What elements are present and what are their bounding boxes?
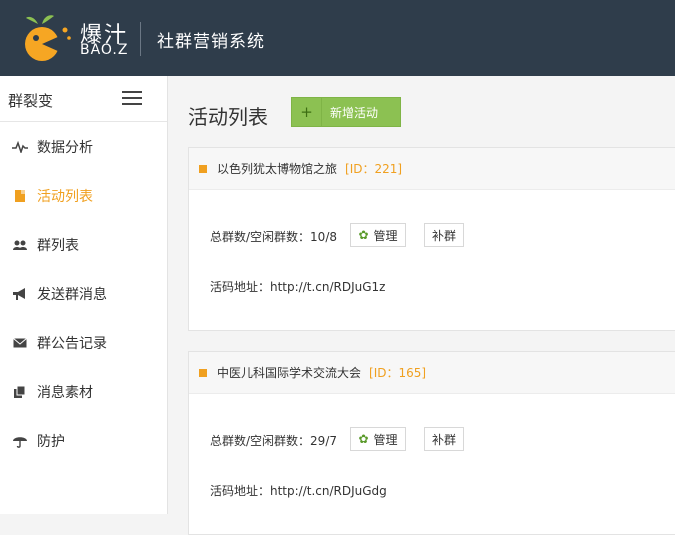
sidebar-item-label: 消息素材 <box>37 384 93 401</box>
header-divider <box>140 22 141 56</box>
menu-toggle-icon[interactable] <box>122 91 142 107</box>
gear-icon: ✿ <box>358 432 369 446</box>
envelope-icon <box>11 334 29 352</box>
activity-id: [ID：165] <box>369 366 427 380</box>
sidebar-item-label: 群公告记录 <box>37 335 107 352</box>
copy-icon <box>11 383 29 401</box>
group-icon <box>11 236 29 254</box>
sidebar-item-group-list[interactable]: 群列表 <box>0 220 167 269</box>
sidebar-item-label: 数据分析 <box>37 139 93 156</box>
sidebar-item-message-assets[interactable]: 消息素材 <box>0 367 167 416</box>
manage-label: 管理 <box>373 432 398 447</box>
sidebar: 群裂变 数据分析 活动列表 群列表 发送群消息 群公告记录 消息素材 防护 <box>0 76 168 514</box>
sidebar-item-label: 活动列表 <box>37 188 93 205</box>
activity-card-body: 总群数/空闲群数：29/7 ✿ 管理 补群 活码地址：http://t.cn/R… <box>189 394 675 534</box>
qr-link-text: 活码地址：http://t.cn/RDJuGdg <box>210 484 387 498</box>
add-group-button[interactable]: 补群 <box>424 223 464 247</box>
brand-name-en: BAO.Z <box>80 42 129 58</box>
sidebar-item-protection[interactable]: 防护 <box>0 416 167 465</box>
activity-card: 中医儿科国际学术交流大会 [ID：165] 总群数/空闲群数：29/7 ✿ 管理… <box>188 351 675 535</box>
sidebar-item-send-message[interactable]: 发送群消息 <box>0 269 167 318</box>
plus-icon: + <box>292 98 322 126</box>
document-icon <box>11 187 29 205</box>
app-header: 爆汁 BAO.Z 社群营销系统 <box>0 0 675 76</box>
group-count-text: 总群数/空闲群数：10/8 <box>210 230 337 244</box>
activity-card-body: 总群数/空闲群数：10/8 ✿ 管理 补群 活码地址：http://t.cn/R… <box>189 190 675 330</box>
activity-card: 以色列犹太博物馆之旅 [ID：221] 总群数/空闲群数：10/8 ✿ 管理 补… <box>188 147 675 331</box>
group-count-text: 总群数/空闲群数：29/7 <box>210 434 337 448</box>
bullet-square-icon <box>199 164 207 173</box>
megaphone-icon <box>11 285 29 303</box>
manage-button[interactable]: ✿ 管理 <box>350 427 406 451</box>
page-title: 活动列表 <box>188 105 268 129</box>
qr-link-text: 活码地址：http://t.cn/RDJuG1z <box>210 280 386 294</box>
sidebar-title: 群裂变 <box>8 92 54 110</box>
manage-label: 管理 <box>373 228 398 243</box>
bullet-square-icon <box>199 368 207 377</box>
main-content: 活动列表 + 新增活动 以色列犹太博物馆之旅 [ID：221] 总群数/空闲群数… <box>168 76 675 535</box>
pulse-icon <box>11 138 29 156</box>
sidebar-item-label: 发送群消息 <box>37 286 107 303</box>
add-activity-label: 新增活动 <box>330 105 379 120</box>
sidebar-item-activity-list[interactable]: 活动列表 <box>0 171 167 220</box>
sidebar-item-announcement-log[interactable]: 群公告记录 <box>0 318 167 367</box>
system-title: 社群营销系统 <box>157 32 265 52</box>
sidebar-item-data-analysis[interactable]: 数据分析 <box>0 122 167 171</box>
sidebar-nav: 数据分析 活动列表 群列表 发送群消息 群公告记录 消息素材 防护 <box>0 122 167 465</box>
activity-id: [ID：221] <box>345 162 403 176</box>
add-group-button[interactable]: 补群 <box>424 427 464 451</box>
activity-card-header: 以色列犹太博物馆之旅 [ID：221] <box>189 148 675 190</box>
manage-button[interactable]: ✿ 管理 <box>350 223 406 247</box>
activity-card-header: 中医儿科国际学术交流大会 [ID：165] <box>189 352 675 394</box>
orange-logo-icon <box>25 15 71 61</box>
gear-icon: ✿ <box>358 228 369 242</box>
umbrella-icon <box>11 432 29 450</box>
activity-name: 以色列犹太博物馆之旅 <box>217 162 338 176</box>
sidebar-item-label: 防护 <box>37 433 65 450</box>
add-activity-button[interactable]: + 新增活动 <box>291 97 401 127</box>
sidebar-header: 群裂变 <box>0 76 167 122</box>
activity-name: 中医儿科国际学术交流大会 <box>217 366 362 380</box>
sidebar-item-label: 群列表 <box>37 237 79 254</box>
